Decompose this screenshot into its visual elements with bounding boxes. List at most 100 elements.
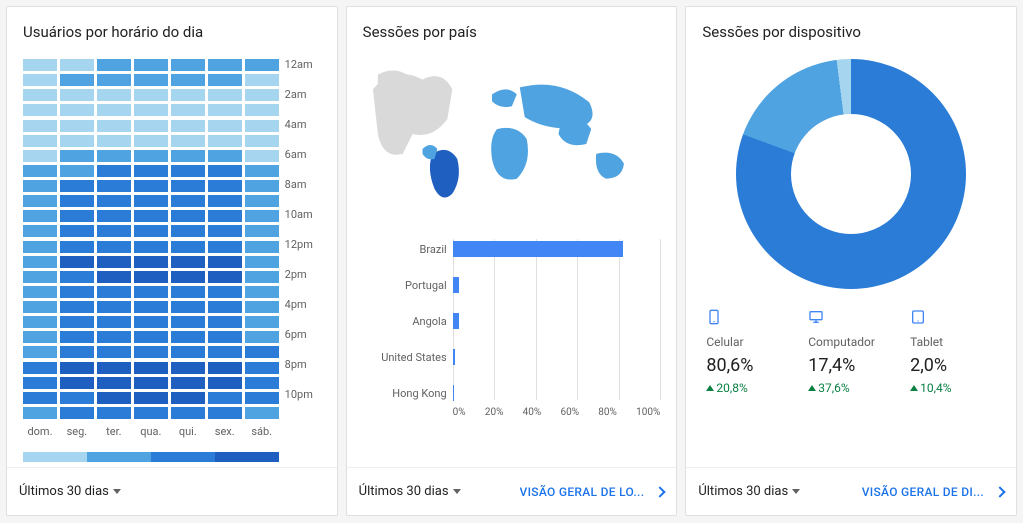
heatmap-cell <box>134 165 168 177</box>
date-range-selector[interactable]: Últimos 30 dias <box>359 484 461 499</box>
device-name: Celular <box>706 335 792 349</box>
device-desktop: Computador 17,4% 37,6% <box>808 309 894 395</box>
heatmap-cell <box>208 120 242 132</box>
report-link[interactable]: VISÃO GERAL DE LO... <box>520 485 645 499</box>
heatmap-cell <box>23 271 57 283</box>
region-australia <box>596 153 624 179</box>
heatmap-cell <box>208 180 242 192</box>
heatmap-cell <box>171 74 205 86</box>
heatmap-cell <box>23 286 57 298</box>
heatmap-cell <box>171 392 205 404</box>
heatmap-cell <box>171 377 205 389</box>
report-link[interactable]: VISÃO GERAL DE DI... <box>862 485 984 499</box>
heatmap-cell <box>208 104 242 116</box>
card-title: Sessões por dispositivo <box>702 23 1000 41</box>
heatmap-cell <box>171 286 205 298</box>
heatmap-cell <box>171 301 205 313</box>
bar-label: Hong Kong <box>363 387 447 400</box>
arrow-up-icon <box>910 385 918 391</box>
heatmap-cell <box>171 241 205 253</box>
heatmap-cell <box>245 74 279 86</box>
bar-fill <box>453 385 454 401</box>
heatmap-cell <box>60 407 94 419</box>
date-range-selector[interactable]: Últimos 30 dias <box>19 484 121 499</box>
heatmap-cell <box>23 241 57 253</box>
heatmap-cell <box>97 74 131 86</box>
heatmap-cell <box>208 346 242 358</box>
device-delta: 20,8% <box>706 381 747 395</box>
heatmap-cell <box>245 165 279 177</box>
heatmap-cell <box>208 74 242 86</box>
heatmap-hour-axis: 12am2am4am6am8am10am12pm2pm4pm6pm8pm10pm <box>285 59 321 419</box>
heatmap-cell <box>97 150 131 162</box>
date-range-selector[interactable]: Últimos 30 dias <box>698 484 800 499</box>
heatmap-cell <box>97 120 131 132</box>
heatmap-cell <box>134 256 168 268</box>
heatmap-cell <box>97 346 131 358</box>
heatmap-cell <box>208 301 242 313</box>
heatmap-cell <box>208 271 242 283</box>
heatmap-cell <box>245 331 279 343</box>
heatmap-cell <box>23 150 57 162</box>
heatmap-cell <box>60 195 94 207</box>
heatmap-cell <box>97 301 131 313</box>
heatmap-cell <box>134 377 168 389</box>
heatmap-cell <box>23 346 57 358</box>
caret-down-icon <box>453 489 461 494</box>
heatmap-cell <box>23 392 57 404</box>
heatmap-cell <box>60 301 94 313</box>
bar-label: United States <box>363 351 447 364</box>
chevron-right-icon[interactable] <box>655 486 666 497</box>
bar-label: Portugal <box>363 279 447 292</box>
heatmap-cell <box>134 180 168 192</box>
heatmap-cell <box>60 150 94 162</box>
heatmap-cell <box>245 256 279 268</box>
heatmap-cell <box>208 89 242 101</box>
card-body: Sessões por dispositivo Celular 80,6% 20… <box>686 7 1016 467</box>
heatmap-cell <box>208 377 242 389</box>
heatmap-cell <box>134 74 168 86</box>
bar-row: Angola <box>453 311 661 331</box>
heatmap-cell <box>23 210 57 222</box>
date-range-label: Últimos 30 dias <box>19 484 109 499</box>
bar-fill <box>453 313 459 329</box>
heatmap-cell <box>208 150 242 162</box>
bar-fill <box>453 241 623 257</box>
heatmap-cell <box>171 256 205 268</box>
heatmap-cell <box>23 74 57 86</box>
bar-label: Angola <box>363 315 447 328</box>
heatmap-cell <box>134 135 168 147</box>
heatmap-cell <box>97 180 131 192</box>
heatmap-cell <box>245 241 279 253</box>
heatmap-cell <box>60 392 94 404</box>
heatmap-cell <box>171 346 205 358</box>
heatmap-cell <box>171 316 205 328</box>
heatmap-cell <box>171 331 205 343</box>
heatmap-day-label: seg. <box>60 425 94 438</box>
card-sessions-by-device: Sessões por dispositivo Celular 80,6% 20… <box>685 6 1017 516</box>
heatmap-cell <box>208 331 242 343</box>
heatmap-cell <box>23 89 57 101</box>
heatmap-cell <box>245 377 279 389</box>
heatmap-cell <box>23 120 57 132</box>
device-tablet: Tablet 2,0% 10,4% <box>910 309 996 395</box>
heatmap-cell <box>97 256 131 268</box>
heatmap-cell <box>60 210 94 222</box>
date-range-label: Últimos 30 dias <box>698 484 788 499</box>
heatmap-cell <box>171 225 205 237</box>
heatmap-cell <box>171 362 205 374</box>
device-delta: 10,4% <box>910 381 951 395</box>
heatmap-cell <box>171 407 205 419</box>
heatmap-cell <box>245 301 279 313</box>
chevron-right-icon[interactable] <box>994 486 1005 497</box>
heatmap-cell <box>97 135 131 147</box>
device-name: Computador <box>808 335 894 349</box>
device-name: Tablet <box>910 335 996 349</box>
bar-row: United States <box>453 347 661 367</box>
heatmap-cell <box>23 256 57 268</box>
card-body: Sessões por país BrazilPortugalAngolaUni… <box>347 7 677 467</box>
bar-fill <box>453 277 459 293</box>
region-western-europe <box>492 89 517 107</box>
heatmap-cell <box>97 407 131 419</box>
heatmap-cell <box>134 195 168 207</box>
